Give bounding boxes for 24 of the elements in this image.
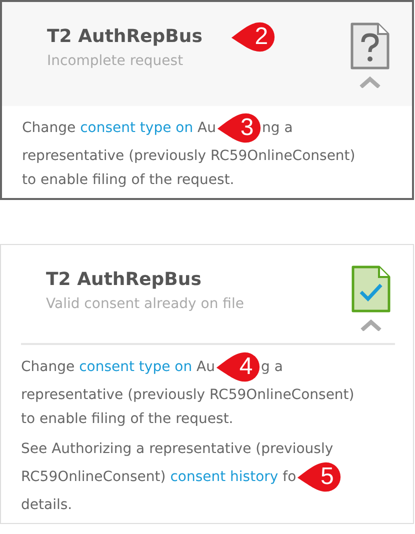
- link[interactable]: consent history: [170, 469, 278, 485]
- body-text: g a: [261, 359, 283, 375]
- body-text: representative (previously RC59OnlineConsent): [22, 148, 356, 164]
- request-card[interactable]: [0, 244, 414, 524]
- link[interactable]: consent type on: [80, 120, 194, 136]
- link[interactable]: consent type on: [79, 359, 192, 375]
- document-check-icon: [351, 265, 391, 313]
- body-text: to enable filing of the request.: [21, 411, 234, 427]
- status-text: Valid consent already on file: [46, 296, 244, 312]
- body-text: Change: [22, 120, 77, 136]
- body-text: details.: [21, 497, 72, 513]
- body-text: ng a: [262, 120, 293, 136]
- document-question-icon: [350, 22, 390, 70]
- card-title: T2 AuthRepBus: [46, 269, 202, 290]
- status-text: Incomplete request: [47, 53, 184, 69]
- body-text: See Authorizing a representative (previously: [21, 441, 334, 457]
- body-text: to enable filing of the request.: [22, 172, 234, 188]
- body-text: representative (previously RC59OnlineConsent): [21, 387, 354, 403]
- collapse-icon[interactable]: [360, 319, 382, 331]
- body-text: Change: [21, 359, 76, 375]
- collapse-icon[interactable]: [359, 76, 381, 88]
- body-text: RC59OnlineConsent): [21, 469, 167, 485]
- card-title: T2 AuthRepBus: [47, 26, 202, 47]
- body-text: fo: [282, 469, 296, 485]
